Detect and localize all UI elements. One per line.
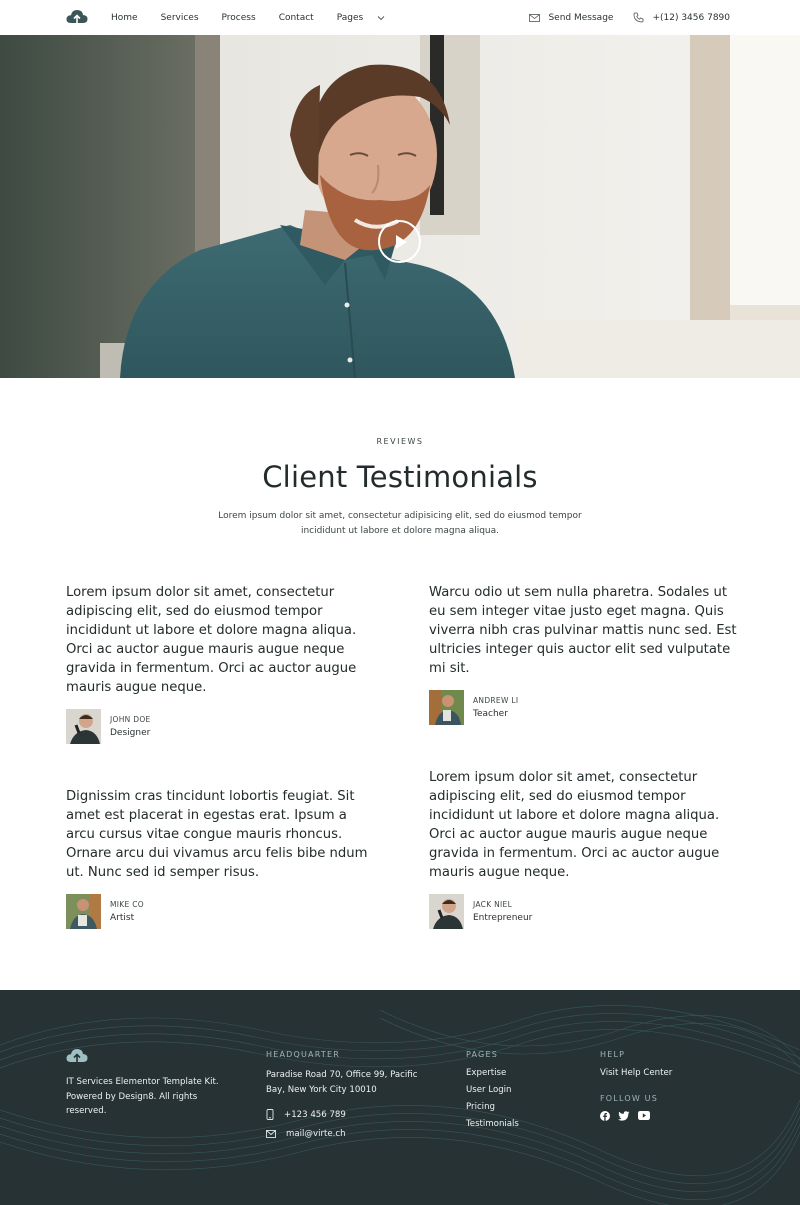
nav-contact-area: Send Message +(12) 3456 7890	[529, 0, 730, 35]
footer-link-pricing[interactable]: Pricing	[466, 1102, 576, 1112]
footer-link-expertise[interactable]: Expertise	[466, 1068, 576, 1078]
author-role: Teacher	[473, 709, 508, 719]
cloud-upload-logo-icon[interactable]	[66, 1047, 88, 1065]
envelope-icon	[529, 13, 541, 22]
footer-link-testimonials[interactable]: Testimonials	[466, 1119, 576, 1129]
author-role: Artist	[110, 913, 135, 923]
top-navigation: Home Services Process Contact Pages Send…	[0, 0, 800, 35]
testimonial-author: MIKE CO Artist	[66, 894, 376, 929]
help-center-link[interactable]: Visit Help Center	[600, 1068, 740, 1078]
chevron-down-icon	[377, 15, 385, 20]
hero-video	[0, 35, 800, 378]
headquarter-heading: HEADQUARTER	[266, 1050, 341, 1059]
twitter-icon[interactable]	[618, 1111, 630, 1121]
author-name: JACK NIEL	[473, 900, 513, 909]
testimonial-quote: Dignissim cras tincidunt lobortis feugia…	[66, 789, 368, 880]
footer-phone-number: +123 456 789	[284, 1109, 346, 1120]
follow-us-heading: FOLLOW US	[600, 1094, 659, 1103]
headquarter-address: Paradise Road 70, Office 99, Pacific Bay…	[266, 1070, 418, 1095]
section-subtitle: Lorem ipsum dolor sit amet, consectetur …	[218, 511, 582, 536]
avatar	[429, 894, 464, 929]
play-video-button[interactable]	[378, 220, 421, 263]
testimonial-quote: Lorem ipsum dolor sit amet, consectetur …	[66, 585, 357, 695]
menu-item-services[interactable]: Services	[161, 13, 199, 23]
testimonial-card: Warcu odio ut sem nulla pharetra. Sodale…	[429, 583, 739, 725]
phone-icon	[634, 12, 644, 23]
site-footer: IT Services Elementor Template Kit. Powe…	[0, 990, 800, 1205]
author-name: MIKE CO	[110, 900, 144, 909]
avatar	[429, 690, 464, 725]
menu-item-pages[interactable]: Pages	[337, 13, 385, 23]
footer-about-text: IT Services Elementor Template Kit. Powe…	[66, 1077, 219, 1116]
help-heading: HELP	[600, 1050, 626, 1059]
avatar	[66, 894, 101, 929]
main-menu: Home Services Process Contact Pages	[111, 0, 408, 35]
section-title: Client Testimonials	[262, 460, 538, 494]
footer-email[interactable]: mail@virte.ch	[266, 1129, 436, 1139]
section-eyebrow: REVIEWS	[376, 437, 424, 446]
testimonial-card: Lorem ipsum dolor sit amet, consectetur …	[66, 583, 376, 744]
play-icon	[396, 235, 407, 249]
author-name: JOHN DOE	[110, 715, 151, 724]
testimonial-author: JACK NIEL Entrepreneur	[429, 894, 739, 929]
footer-email-address: mail@virte.ch	[286, 1129, 346, 1139]
avatar	[66, 709, 101, 744]
menu-item-pages-label: Pages	[336, 12, 364, 23]
phone-number: +(12) 3456 7890	[652, 12, 730, 23]
pages-heading: PAGES	[466, 1050, 498, 1059]
send-message-label: Send Message	[548, 12, 614, 23]
testimonial-author: JOHN DOE Designer	[66, 709, 376, 744]
hero-photo	[0, 35, 800, 378]
menu-item-process[interactable]: Process	[222, 13, 256, 23]
author-role: Entrepreneur	[473, 913, 533, 923]
envelope-icon	[266, 1130, 276, 1138]
social-links	[600, 1111, 740, 1121]
phone-link[interactable]: +(12) 3456 7890	[633, 12, 730, 23]
author-name: ANDREW LI	[473, 696, 519, 705]
menu-item-contact[interactable]: Contact	[279, 13, 314, 23]
testimonial-quote: Warcu odio ut sem nulla pharetra. Sodale…	[429, 585, 737, 676]
author-role: Designer	[110, 728, 151, 738]
testimonial-author: ANDREW LI Teacher	[429, 690, 739, 725]
footer-link-user-login[interactable]: User Login	[466, 1085, 576, 1095]
send-message-link[interactable]: Send Message	[529, 13, 613, 23]
footer-pages: PAGES Expertise User Login Pricing Testi…	[466, 1050, 576, 1136]
cloud-upload-logo-icon[interactable]	[66, 8, 88, 26]
footer-headquarter: HEADQUARTER Paradise Road 70, Office 99,…	[266, 1050, 436, 1139]
footer-help: HELP Visit Help Center FOLLOW US	[600, 1050, 740, 1121]
testimonial-card: Dignissim cras tincidunt lobortis feugia…	[66, 787, 376, 929]
testimonial-quote: Lorem ipsum dolor sit amet, consectetur …	[429, 770, 720, 880]
menu-item-home[interactable]: Home	[111, 13, 138, 23]
youtube-icon[interactable]	[638, 1111, 650, 1121]
testimonial-card: Lorem ipsum dolor sit amet, consectetur …	[429, 768, 739, 929]
facebook-icon[interactable]	[600, 1111, 610, 1121]
footer-phone[interactable]: +123 456 789	[266, 1109, 436, 1120]
footer-about: IT Services Elementor Template Kit. Powe…	[66, 1047, 236, 1119]
mobile-phone-icon	[266, 1109, 274, 1120]
